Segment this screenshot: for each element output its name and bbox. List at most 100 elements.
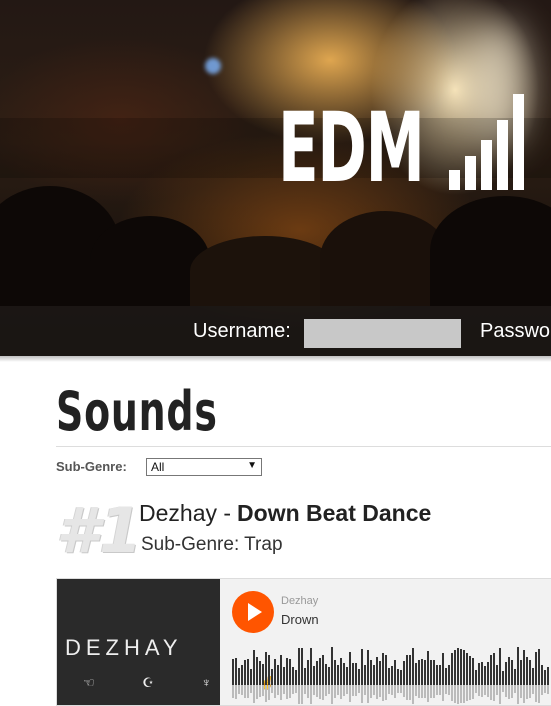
waveform-reflection bbox=[448, 685, 450, 695]
crowd-silhouette bbox=[430, 196, 551, 306]
waveform-bar bbox=[322, 655, 324, 685]
waveform-bar bbox=[547, 667, 549, 685]
waveform-reflection bbox=[388, 685, 390, 694]
waveform-reflection bbox=[283, 685, 285, 694]
waveform-reflection bbox=[409, 685, 411, 700]
waveform-bar bbox=[517, 647, 519, 685]
waveform-reflection bbox=[445, 685, 447, 694]
waveform-reflection bbox=[235, 685, 237, 699]
waveform-bar bbox=[403, 661, 405, 685]
waveform-bar bbox=[361, 649, 363, 685]
waveform-reflection bbox=[352, 685, 354, 696]
waveform-reflection bbox=[514, 685, 516, 693]
waveform-bar bbox=[511, 660, 513, 685]
waveform-reflection bbox=[346, 685, 348, 694]
waveform-bar bbox=[454, 650, 456, 685]
waveform-reflection bbox=[412, 685, 414, 704]
waveform-bar bbox=[238, 668, 240, 685]
waveform-bar bbox=[367, 650, 369, 685]
waveform-bar bbox=[289, 659, 291, 685]
track-artist[interactable]: Dezhay - bbox=[139, 500, 231, 526]
waveform-bar bbox=[292, 667, 294, 685]
stage-light bbox=[205, 58, 221, 74]
waveform-bar bbox=[475, 670, 477, 685]
waveform-reflection bbox=[424, 685, 426, 698]
track-heading: Dezhay - Down Beat Dance bbox=[139, 500, 431, 527]
waveform-reflection bbox=[337, 685, 339, 695]
waveform-reflection bbox=[361, 685, 363, 703]
waveform-bar bbox=[406, 655, 408, 685]
track-title[interactable]: Down Beat Dance bbox=[237, 500, 431, 526]
waveform-reflection bbox=[475, 685, 477, 693]
waveform-bar bbox=[274, 659, 276, 685]
waveform-reflection bbox=[340, 685, 342, 699]
waveform-bar bbox=[235, 658, 237, 685]
waveform-reflection bbox=[520, 685, 522, 698]
waveform-bar bbox=[283, 667, 285, 685]
waveform-reflection bbox=[472, 685, 474, 699]
waveform-reflection bbox=[442, 685, 444, 701]
waveform-reflection bbox=[376, 685, 378, 699]
waveform-bar bbox=[418, 660, 420, 685]
waveform-reflection bbox=[301, 685, 303, 704]
track-artwork[interactable]: DEZHAY ☜ ☪ ♆ ✌ bbox=[57, 579, 275, 705]
waveform-bar bbox=[535, 652, 537, 685]
waveform-reflection bbox=[469, 685, 471, 700]
waveform-bar bbox=[373, 665, 375, 685]
waveform-reflection bbox=[466, 685, 468, 701]
password-label: Passwo bbox=[480, 320, 551, 342]
waveform-bar bbox=[301, 648, 303, 685]
waveform-reflection bbox=[265, 685, 267, 702]
hero-banner: EDM Username: Passwo bbox=[0, 0, 551, 356]
play-button[interactable] bbox=[232, 591, 274, 633]
waveform-bar bbox=[340, 658, 342, 685]
waveform-reflection bbox=[433, 685, 435, 698]
waveform-bar bbox=[484, 666, 486, 685]
waveform-reflection bbox=[298, 685, 300, 704]
player-track-title[interactable]: Drown bbox=[281, 612, 319, 627]
subgenre-select-value: All bbox=[151, 460, 165, 474]
waveform-bar bbox=[334, 660, 336, 685]
subgenre-select[interactable]: All ▼ bbox=[146, 458, 262, 476]
waveform-bar bbox=[508, 657, 510, 685]
waveform-bar bbox=[358, 669, 360, 685]
waveform-reflection bbox=[289, 685, 291, 698]
waveform-bar bbox=[463, 650, 465, 685]
site-logo[interactable]: EDM bbox=[278, 88, 524, 196]
waveform-bar bbox=[265, 652, 267, 685]
waveform-bar bbox=[493, 653, 495, 685]
waveform-bar bbox=[424, 660, 426, 685]
username-label: Username: bbox=[193, 320, 291, 342]
waveform-reflection bbox=[277, 685, 279, 695]
page-title: Sounds bbox=[56, 380, 218, 443]
logo-text: EDM bbox=[278, 92, 425, 204]
hero-shadow bbox=[0, 356, 551, 362]
waveform[interactable] bbox=[232, 645, 551, 705]
waveform-bar bbox=[466, 653, 468, 685]
waveform-bar bbox=[487, 662, 489, 685]
waveform-bar bbox=[391, 666, 393, 685]
waveform-bar bbox=[532, 668, 534, 685]
waveform-reflection bbox=[436, 685, 438, 695]
waveform-reflection bbox=[532, 685, 534, 694]
waveform-bar bbox=[541, 665, 543, 685]
waveform-reflection bbox=[307, 685, 309, 698]
waveform-reflection bbox=[517, 685, 519, 704]
waveform-bar bbox=[325, 664, 327, 685]
waveform-bar bbox=[544, 670, 546, 685]
waveform-reflection bbox=[418, 685, 420, 698]
waveform-reflection bbox=[358, 685, 360, 693]
waveform-reflection bbox=[313, 685, 315, 695]
username-input[interactable] bbox=[304, 319, 461, 348]
waveform-bar bbox=[328, 667, 330, 685]
player-artist[interactable]: Dezhay bbox=[281, 595, 318, 607]
waveform-reflection bbox=[241, 685, 243, 695]
waveform-reflection bbox=[319, 685, 321, 699]
waveform-reflection bbox=[382, 685, 384, 701]
waveform-reflection bbox=[493, 685, 495, 701]
waveform-bar bbox=[247, 659, 249, 685]
waveform-bar bbox=[259, 661, 261, 685]
waveform-reflection bbox=[430, 685, 432, 698]
waveform-reflection bbox=[391, 685, 393, 695]
waveform-bar bbox=[295, 670, 297, 685]
